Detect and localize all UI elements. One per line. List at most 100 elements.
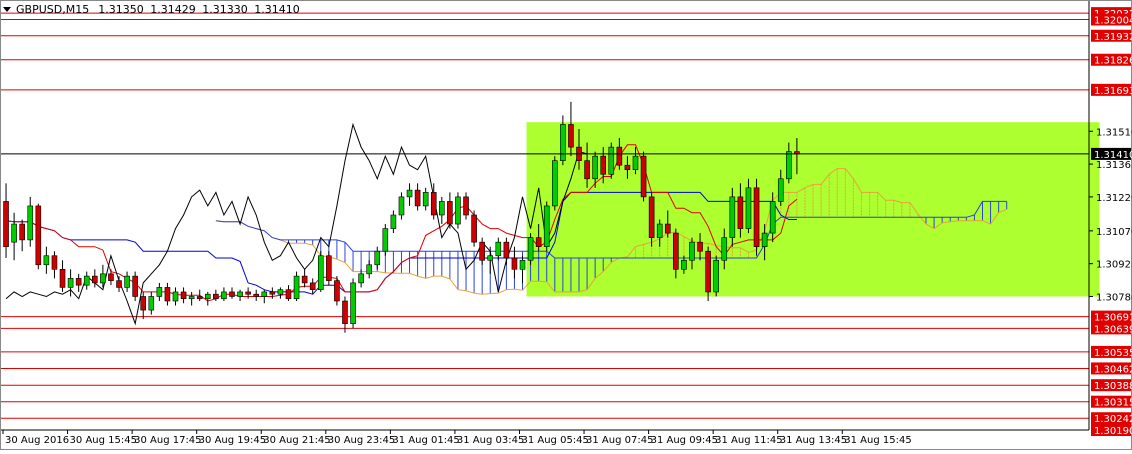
candle[interactable] <box>35 205 42 266</box>
candle[interactable] <box>204 293 211 300</box>
candle[interactable] <box>673 232 679 270</box>
candle[interactable] <box>43 255 50 266</box>
candle[interactable] <box>245 291 251 295</box>
candle[interactable] <box>140 296 147 311</box>
candle[interactable] <box>75 278 82 286</box>
candle[interactable] <box>447 201 453 225</box>
candle[interactable] <box>584 160 590 180</box>
candle[interactable] <box>422 192 429 207</box>
candle[interactable] <box>664 223 671 234</box>
candle[interactable] <box>406 189 413 198</box>
candle[interactable] <box>632 155 639 171</box>
candle[interactable] <box>277 289 284 295</box>
candle[interactable] <box>656 223 663 238</box>
candle[interactable] <box>430 192 437 216</box>
candle[interactable] <box>551 160 558 207</box>
candle[interactable] <box>19 223 25 241</box>
chart-window[interactable]: 1.31510 1.31365 1.31220 1.31070 1.30925 1.307… <box>0 0 1132 450</box>
candle[interactable] <box>253 293 260 297</box>
candle[interactable] <box>745 187 752 229</box>
candle[interactable] <box>503 241 510 259</box>
candle[interactable] <box>180 291 187 300</box>
candle[interactable] <box>309 282 316 290</box>
candle[interactable] <box>188 296 195 300</box>
candle[interactable] <box>535 237 542 247</box>
candle[interactable] <box>51 255 58 270</box>
candle[interactable] <box>342 300 348 324</box>
candle[interactable] <box>116 280 122 288</box>
candle[interactable] <box>560 124 566 161</box>
candle[interactable] <box>463 196 469 216</box>
candle[interactable] <box>229 291 235 297</box>
candle[interactable] <box>3 201 9 247</box>
candle[interactable] <box>568 124 574 148</box>
candle[interactable] <box>358 273 364 284</box>
candle[interactable] <box>11 223 17 243</box>
candle[interactable] <box>390 214 397 229</box>
candle[interactable] <box>293 275 300 300</box>
candle[interactable] <box>592 155 598 180</box>
candle[interactable] <box>616 146 623 166</box>
price-chart[interactable]: 1.31510 1.31365 1.31220 1.31070 1.30925 1.307… <box>0 0 1132 450</box>
candle[interactable] <box>648 196 655 238</box>
collapse-triangle-icon[interactable] <box>3 7 11 12</box>
candle[interactable] <box>67 278 74 288</box>
candle[interactable] <box>164 287 171 302</box>
candle[interactable] <box>269 291 276 295</box>
candle[interactable] <box>100 273 106 284</box>
candle[interactable] <box>681 259 687 270</box>
candle[interactable] <box>334 280 340 302</box>
candle[interactable] <box>148 296 155 311</box>
candle[interactable] <box>487 255 494 261</box>
candle[interactable] <box>479 241 485 261</box>
candle[interactable] <box>221 291 227 300</box>
candle[interactable] <box>761 232 768 247</box>
candle[interactable] <box>705 250 711 293</box>
candle[interactable] <box>156 287 163 297</box>
candle[interactable] <box>108 273 114 281</box>
candle[interactable] <box>59 269 66 288</box>
candle[interactable] <box>786 151 792 180</box>
candle[interactable] <box>777 178 784 202</box>
candle[interactable] <box>414 189 421 207</box>
candle[interactable] <box>92 275 98 284</box>
candle[interactable] <box>455 196 461 225</box>
candle[interactable] <box>495 241 502 257</box>
candle[interactable] <box>519 259 526 270</box>
candle[interactable] <box>689 241 695 261</box>
candle[interactable] <box>172 291 179 302</box>
candle[interactable] <box>713 259 719 293</box>
candle[interactable] <box>729 196 736 238</box>
candle[interactable] <box>640 155 647 198</box>
candle[interactable] <box>439 201 445 216</box>
candle[interactable] <box>132 275 138 297</box>
candle[interactable] <box>600 155 607 175</box>
candle[interactable] <box>301 275 308 284</box>
candle[interactable] <box>326 255 332 281</box>
candle[interactable] <box>366 264 372 275</box>
candle[interactable] <box>237 291 243 297</box>
candle[interactable] <box>196 296 203 300</box>
candle[interactable] <box>124 275 130 288</box>
candle[interactable] <box>374 250 381 266</box>
candle[interactable] <box>543 205 550 247</box>
candle[interactable] <box>721 237 728 261</box>
candle[interactable] <box>624 164 631 171</box>
candle[interactable] <box>471 214 477 243</box>
candle[interactable] <box>527 237 534 261</box>
candle[interactable] <box>83 275 90 286</box>
candle[interactable] <box>737 196 744 229</box>
candle[interactable] <box>350 282 356 324</box>
candle[interactable] <box>261 291 268 297</box>
candle[interactable] <box>398 196 405 216</box>
candle[interactable] <box>382 228 389 252</box>
candle[interactable] <box>697 241 703 252</box>
candle[interactable] <box>511 257 518 270</box>
candle[interactable] <box>317 255 324 290</box>
candle[interactable] <box>285 289 292 300</box>
candle[interactable] <box>213 293 219 300</box>
candle[interactable] <box>608 146 615 175</box>
candle[interactable] <box>769 201 776 234</box>
candle[interactable] <box>753 187 760 247</box>
candle[interactable] <box>27 205 34 241</box>
